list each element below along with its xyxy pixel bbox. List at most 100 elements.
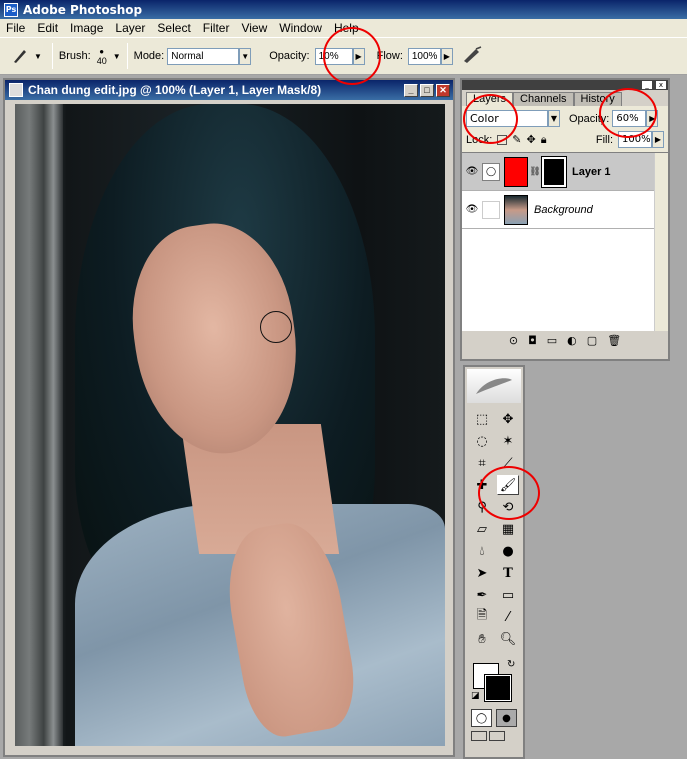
lock-transparency-icon[interactable] <box>497 134 508 145</box>
lock-position-icon[interactable]: ✥ <box>527 133 536 146</box>
chevron-right-icon: ▶ <box>352 47 365 65</box>
lock-all-icon[interactable]: 🔒︎ <box>541 133 547 147</box>
chevron-down-icon: ▼ <box>239 47 252 65</box>
stamp-icon[interactable]: ⚲ <box>471 497 493 517</box>
close-icon[interactable]: x <box>656 81 666 89</box>
path-select-icon[interactable]: ➤ <box>471 563 493 583</box>
hand-icon[interactable]: ✋︎ <box>471 629 493 649</box>
background-color[interactable] <box>484 674 512 702</box>
type-icon[interactable]: T <box>497 563 519 583</box>
screen-mode-button[interactable] <box>471 731 487 741</box>
layer-row-layer-1[interactable]: 👁︎ ◯ ⛓︎ Layer 1 <box>462 153 668 191</box>
opacity-field[interactable]: 10% ▶ <box>314 47 365 65</box>
blend-row: Color ▼ Opacity: 60% ▶ <box>462 106 668 129</box>
history-brush-icon[interactable]: ⟲ <box>497 497 519 517</box>
menu-window[interactable]: Window <box>273 21 328 35</box>
divider <box>126 43 128 69</box>
pen-icon[interactable]: ✒︎ <box>471 585 493 605</box>
layer-opacity-label: Opacity: <box>569 112 610 125</box>
layer-row-background[interactable]: 👁︎ Background 🔒︎ <box>462 191 668 229</box>
magic-wand-icon[interactable]: ✶ <box>497 431 519 451</box>
brush-picker[interactable]: ● 40 <box>97 47 107 66</box>
options-bar: ▼ Brush: ● 40 ▼ Mode: Normal ▼ Opacity: … <box>0 37 687 75</box>
fill-value: 100% <box>618 131 652 148</box>
eye-icon[interactable]: 👁︎ <box>462 204 482 215</box>
divider <box>51 43 53 69</box>
quick-mask-button[interactable]: ● <box>496 709 517 727</box>
swap-colors-icon[interactable]: ↻ <box>507 659 515 670</box>
chevron-down-icon: ▼ <box>34 51 42 61</box>
crop-icon[interactable]: ⌗ <box>471 453 493 473</box>
menu-filter[interactable]: Filter <box>197 21 236 35</box>
mode-value: Normal <box>167 47 240 65</box>
dodge-icon[interactable]: ● <box>497 541 519 561</box>
chevron-down-icon[interactable]: ▼ <box>113 52 121 61</box>
layer-name: Background <box>534 203 593 216</box>
brush-size: 40 <box>96 55 107 66</box>
blend-mode-select[interactable]: Color ▼ <box>466 110 560 127</box>
flow-field[interactable]: 100% ▶ <box>407 47 453 65</box>
marquee-icon[interactable]: ⬚ <box>471 409 493 429</box>
add-mask-icon[interactable]: ◘ <box>528 334 537 347</box>
zoom-icon[interactable]: 🔍︎ <box>497 629 519 649</box>
opacity-label: Opacity: <box>269 50 310 62</box>
link-icon: ⛓︎ <box>529 166 541 177</box>
adjustment-layer-icon[interactable]: ◐ <box>567 334 577 347</box>
document-window: Chan dung edit.jpg @ 100% (Layer 1, Laye… <box>3 78 455 757</box>
brush-mask-icon: ◯ <box>482 162 500 181</box>
notes-icon[interactable]: 🗎︎ <box>471 607 493 627</box>
slice-icon[interactable]: ⟋ <box>497 453 519 473</box>
menu-layer[interactable]: Layer <box>109 21 151 35</box>
tab-channels[interactable]: Channels <box>513 92 574 106</box>
minimize-button[interactable]: _ <box>404 83 418 97</box>
mode-select[interactable]: Normal ▼ <box>167 47 252 65</box>
brush-icon[interactable]: 🖌︎ <box>497 475 519 495</box>
default-colors-icon[interactable]: ◪ <box>471 691 480 701</box>
panel-tabs: Layers Channels History <box>462 90 668 106</box>
minimize-icon[interactable]: _ <box>642 81 652 89</box>
close-button[interactable]: ✕ <box>436 83 450 97</box>
fill-field[interactable]: 100% ▶ <box>618 131 664 148</box>
layer-opacity-field[interactable]: 60% ▶ <box>612 110 659 127</box>
flow-value: 100% <box>407 47 441 65</box>
gradient-icon[interactable]: ▦ <box>497 519 519 539</box>
tool-preset-picker[interactable]: ▼ <box>6 46 46 66</box>
lock-label: Lock: <box>466 133 493 146</box>
chevron-right-icon: ▶ <box>440 47 453 65</box>
tab-layers[interactable]: Layers <box>466 92 514 106</box>
menu-image[interactable]: Image <box>64 21 109 35</box>
eyedropper-icon[interactable]: ⁄ <box>497 607 519 627</box>
menu-select[interactable]: Select <box>151 21 196 35</box>
standard-mode-button[interactable]: ◯ <box>471 709 492 727</box>
canvas-photo[interactable] <box>15 104 445 746</box>
airbrush-toggle[interactable] <box>461 45 483 68</box>
brush-icon <box>14 50 26 63</box>
chevron-right-icon: ▶ <box>646 110 659 127</box>
healing-brush-icon[interactable]: ✚ <box>471 475 493 495</box>
blur-icon[interactable]: 💧︎ <box>471 541 493 561</box>
brush-tip-icon: ● <box>99 46 105 56</box>
screen-mode-full-button[interactable] <box>489 731 505 741</box>
document-title: Chan dung edit.jpg @ 100% (Layer 1, Laye… <box>28 83 322 97</box>
menu-view[interactable]: View <box>235 21 273 35</box>
tab-history[interactable]: History <box>573 92 622 106</box>
shape-icon[interactable]: ▭ <box>497 585 519 605</box>
menu-edit[interactable]: Edit <box>31 21 64 35</box>
lasso-icon[interactable]: ◌ <box>471 431 493 451</box>
new-layer-icon[interactable]: ▢ <box>587 334 597 347</box>
opacity-value: 10% <box>314 47 353 65</box>
move-icon[interactable]: ✥ <box>497 409 519 429</box>
new-group-icon[interactable]: ▭ <box>547 334 557 347</box>
document-titlebar: Chan dung edit.jpg @ 100% (Layer 1, Laye… <box>5 80 453 100</box>
menu-file[interactable]: File <box>0 21 31 35</box>
eraser-icon[interactable]: ▱ <box>471 519 493 539</box>
trash-icon[interactable]: 🗑︎ <box>607 334 621 347</box>
lock-pixels-icon[interactable]: ✎ <box>512 133 521 146</box>
menu-help[interactable]: Help <box>328 21 365 35</box>
link-layers-icon[interactable]: ⊙ <box>509 334 518 347</box>
layer-mask-thumbnail[interactable] <box>541 155 567 188</box>
eye-icon[interactable]: 👁︎ <box>462 166 482 177</box>
scrollbar[interactable] <box>654 153 668 331</box>
maximize-button[interactable]: □ <box>420 83 434 97</box>
mask-mode-row: ◯ ● <box>471 709 517 727</box>
